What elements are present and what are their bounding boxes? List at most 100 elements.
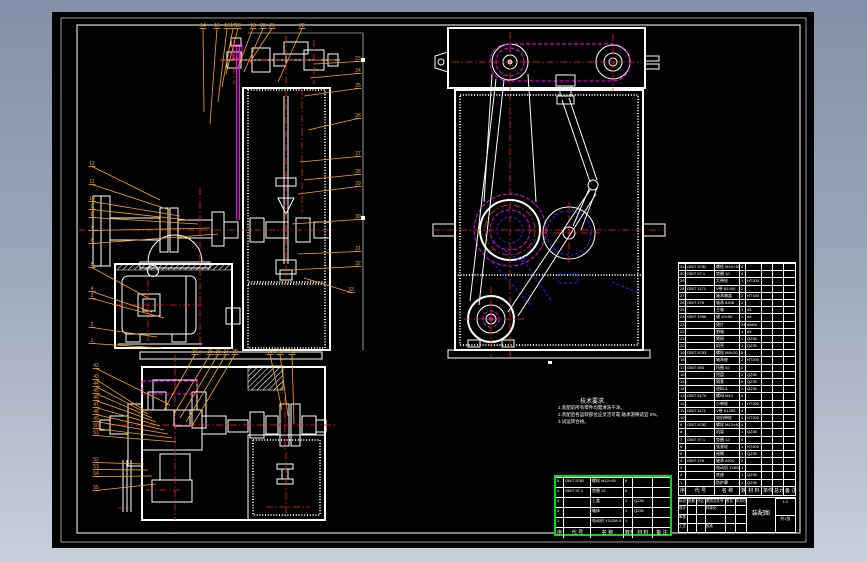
bom-cell-unit-weight [762, 363, 773, 371]
bom-cell-unit-weight [762, 320, 773, 328]
parts-cell-name: 箱体 [591, 507, 624, 517]
bom-cell-code [686, 378, 715, 386]
cad-sheet-canvas[interactable]: 14 15 16 17 18 19 20 21 22 12 11 10 9 8 7 6 5 4 3 2 1 23 24 25 2… [52, 12, 814, 548]
bom-cell-code [686, 442, 715, 450]
bom-cell-material: HT200 [746, 356, 762, 364]
svg-text:4: 4 [91, 286, 94, 292]
bom-cell-no: 30 [679, 270, 686, 278]
bom-cell-material [746, 298, 762, 307]
bom-row: 5 摇臂 1 Q235 [679, 449, 795, 458]
bom-row: 27 轴承端盖 2 HT150 [679, 291, 795, 299]
bom-cell-no: 7 [679, 435, 686, 443]
parts-row: 3 上盖 1 Q235 [556, 497, 670, 507]
bom-cell-unit-weight [762, 356, 773, 364]
sig-cell [726, 523, 736, 532]
bom-cell-name: 筛网 [715, 334, 740, 343]
title-block-info: 1:2 共1张 [775, 498, 795, 532]
cad-viewer-background: { "window": { "bg_top": "#8190a8", "bg_b… [0, 0, 867, 562]
bom-cell-unit-weight [762, 413, 773, 422]
svg-text:48: 48 [93, 409, 99, 415]
sig-cell: 工艺 [679, 523, 688, 532]
title-block-revision-grid: 标记 处数 分区 更改文件号 签名 年月日 设计 标准化 审核 工艺 批准 [679, 498, 747, 532]
bom-row: 6 张紧轮 1 HT200 [679, 442, 795, 450]
parts-header-qty: 数量 [624, 527, 633, 538]
selected-parts-table[interactable]: 5 GB/T 5782 螺栓 M12×35 6 4 GB/T 97.1 垫圈 1… [554, 475, 672, 538]
bom-cell-remark [784, 406, 795, 414]
bom-cell-no: 29 [679, 277, 686, 285]
sig-cell [697, 523, 706, 532]
bom-cell-remark [784, 363, 795, 371]
parts-cell-no: 4 [556, 487, 564, 497]
svg-text:22: 22 [299, 23, 305, 29]
sig-cell: 审核 [679, 514, 688, 523]
bom-row: 4 GB/T 276 轴承 6204 2 [679, 457, 795, 465]
parts-row: 4 GB/T 97.1 垫圈 12 6 [556, 487, 670, 497]
parts-row: 2 箱体 1 Q235 [556, 507, 670, 517]
bom-cell-material [746, 349, 762, 357]
bom-row: 30 GB/T 97.1 垫圈 10 4 [679, 270, 795, 278]
bom-row: 22 销轴 4 45 [679, 327, 795, 335]
parts-header-row: 序号 代 号 名 称 数量 材 料 备 注 [556, 527, 670, 538]
bom-cell-name: 防护罩 [715, 478, 740, 486]
bom-header-code: 代 号 [686, 485, 715, 496]
bom-cell-name: 轴承 6206 [715, 298, 740, 307]
bom-cell-no: 18 [679, 356, 686, 364]
bom-cell-material: HT150 [746, 291, 762, 299]
bom-cell-code [686, 327, 715, 335]
rev-cell: 签名 [726, 498, 736, 505]
svg-text:38: 38 [232, 349, 238, 355]
bom-cell-remark [784, 385, 795, 392]
parts-cell-remark [653, 487, 670, 497]
bom-cell-total-weight [773, 421, 784, 429]
bom-row: 15 隔套 6 Q235 [679, 378, 795, 386]
bom-cell-unit-weight [762, 449, 773, 458]
bom-cell-total-weight [773, 306, 784, 314]
bom-row: 17 GB/T 893 挡圈 52 2 [679, 363, 795, 371]
bom-row: 14 进料斗 1 Q235 [679, 385, 795, 393]
svg-text:49: 49 [93, 416, 99, 422]
bom-cell-total-weight [773, 263, 784, 271]
drawing-scale: 1:2 [775, 498, 795, 515]
bom-cell-material [746, 435, 762, 443]
bom-row: 24 GB/T 1096 键 10×50 1 45 [679, 313, 795, 321]
svg-text:54: 54 [93, 471, 99, 477]
bom-header-name: 名 称 [715, 485, 740, 496]
bom-cell-total-weight [773, 270, 784, 278]
svg-text:27: 27 [355, 151, 361, 157]
bom-cell-remark [784, 327, 795, 335]
notes-line: 1.装配前所有零件均需清洗干净。 [558, 405, 625, 410]
bom-cell-code: GB/T 276 [686, 457, 715, 465]
bom-cell-no: 31 [679, 263, 686, 271]
bom-cell-remark [784, 306, 795, 313]
bom-cell-unit-weight [762, 406, 773, 414]
svg-text:19: 19 [250, 23, 256, 29]
sig-cell [697, 505, 706, 514]
bom-cell-no: 3 [679, 464, 686, 472]
bom-cell-name: 垫圈 12 [715, 435, 740, 443]
parts-cell-material [633, 477, 653, 487]
parts-cell-no: 3 [556, 497, 564, 507]
bom-cell-name: 机架 [715, 428, 740, 436]
bom-cell-name: 底座 [715, 471, 740, 479]
bom-cell-material: HT200 [746, 399, 762, 407]
parts-cell-qty: 1 [624, 517, 633, 527]
notes-line: 3.试运转合格。 [558, 418, 589, 424]
bom-cell-name: 螺栓 M12×40 [715, 421, 740, 429]
bom-cell-remark [784, 464, 795, 471]
bom-cell-remark [784, 342, 795, 349]
bom-cell-total-weight [773, 284, 784, 292]
parts-cell-qty: 1 [624, 507, 633, 517]
bom-cell-name: 甩盘 [715, 370, 740, 378]
svg-text:52: 52 [93, 457, 99, 463]
bom-cell-total-weight [773, 291, 784, 299]
bom-cell-code [686, 334, 715, 343]
parts-cell-code [564, 517, 591, 527]
bom-cell-code: GB/T 276 [686, 298, 715, 307]
signature-row: 审核 [679, 514, 747, 523]
bom-row: 2 底座 1 Q235 [679, 471, 795, 479]
parts-cell-material: Q235 [633, 507, 653, 517]
bom-cell-material [746, 263, 762, 271]
bom-table: 31 GB/T 5782 螺栓 M10×35 4 30 GB/T 97.1 垫圈… [678, 262, 796, 496]
bom-cell-name: V带 A1250 [715, 406, 740, 414]
bom-cell-unit-weight [762, 385, 773, 393]
